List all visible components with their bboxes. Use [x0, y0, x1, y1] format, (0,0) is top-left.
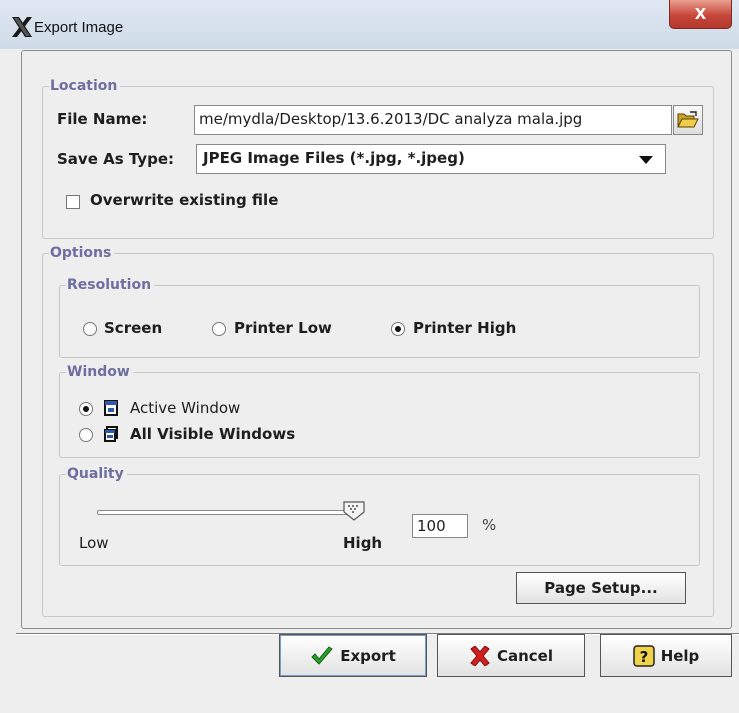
- overwrite-label[interactable]: Overwrite existing file: [90, 191, 278, 209]
- quality-legend: Quality: [66, 465, 127, 483]
- options-group: Options Resolution Screen Printer Low Pr…: [42, 244, 714, 617]
- resolution-printer-high-label[interactable]: Printer High: [413, 319, 516, 337]
- window-title: Export Image: [34, 19, 124, 36]
- save-as-type-select[interactable]: JPEG Image Files (*.jpg, *.jpeg): [196, 144, 666, 174]
- page-setup-label: Page Setup...: [544, 579, 658, 597]
- resolution-printer-low-label[interactable]: Printer Low: [234, 319, 332, 337]
- stacked-windows-icon: [104, 426, 118, 442]
- question-icon: ?: [632, 644, 655, 667]
- file-name-field[interactable]: me/mydla/Desktop/13.6.2013/DC analyza ma…: [194, 105, 672, 135]
- export-button[interactable]: Export: [279, 634, 427, 677]
- save-as-label: Save As Type:: [57, 150, 174, 168]
- quality-group: Quality Low High 100 %: [59, 465, 700, 566]
- quality-slider-track[interactable]: [97, 510, 361, 515]
- location-group: Location File Name: me/mydla/Desktop/13.…: [42, 77, 714, 239]
- svg-text:?: ?: [639, 648, 648, 666]
- browse-button[interactable]: [673, 105, 703, 135]
- quality-unit-label: %: [482, 516, 497, 534]
- resolution-group: Resolution Screen Printer Low Printer Hi…: [59, 276, 700, 358]
- dialog-body: Location File Name: me/mydla/Desktop/13.…: [8, 49, 739, 713]
- quality-high-label: High: [343, 534, 383, 552]
- title-bar[interactable]: Export Image X: [0, 0, 739, 49]
- location-legend: Location: [49, 77, 121, 95]
- resolution-legend: Resolution: [66, 276, 155, 294]
- x11-x-icon: [12, 17, 32, 37]
- all-visible-windows-label[interactable]: All Visible Windows: [130, 425, 295, 443]
- window-legend: Window: [66, 363, 133, 381]
- options-legend: Options: [49, 244, 115, 262]
- overwrite-checkbox[interactable]: [66, 195, 80, 209]
- quality-slider-thumb[interactable]: [343, 501, 365, 521]
- chevron-down-icon: [639, 156, 653, 164]
- resolution-printer-low-radio[interactable]: [212, 322, 226, 336]
- save-as-type-value: JPEG Image Files (*.jpg, *.jpeg): [203, 149, 465, 167]
- active-window-radio[interactable]: [79, 402, 93, 416]
- quality-value-input[interactable]: 100: [412, 514, 468, 538]
- all-visible-windows-radio[interactable]: [79, 428, 93, 442]
- export-label: Export: [340, 646, 396, 665]
- close-icon: X: [694, 5, 707, 23]
- resolution-screen-label[interactable]: Screen: [104, 319, 162, 337]
- file-name-label: File Name:: [57, 110, 148, 128]
- folder-open-icon: [677, 111, 699, 128]
- checkmark-icon: [311, 645, 333, 665]
- help-label: Help: [660, 646, 700, 665]
- resolution-printer-high-radio[interactable]: [391, 322, 405, 336]
- cancel-button[interactable]: Cancel: [437, 634, 585, 677]
- red-x-icon: [470, 645, 490, 666]
- help-button[interactable]: ? Help: [600, 634, 732, 677]
- quality-low-label: Low: [79, 534, 109, 552]
- single-window-icon: [104, 400, 118, 416]
- page-setup-button[interactable]: Page Setup...: [516, 572, 686, 604]
- active-window-label[interactable]: Active Window: [130, 399, 240, 417]
- close-button[interactable]: X: [669, 0, 732, 29]
- main-panel: Location File Name: me/mydla/Desktop/13.…: [21, 50, 732, 629]
- window-group: Window Active Window All Visible Windows: [59, 363, 700, 458]
- resolution-screen-radio[interactable]: [83, 322, 97, 336]
- cancel-label: Cancel: [496, 646, 553, 665]
